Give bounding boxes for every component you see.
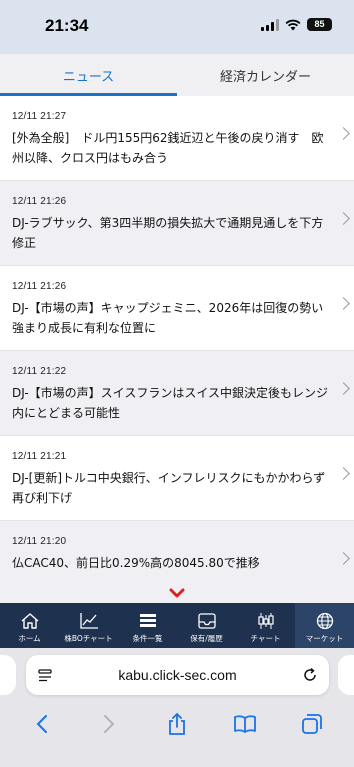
previous-tab-preview[interactable] [0, 655, 16, 695]
book-icon [233, 715, 256, 733]
forward-button[interactable] [94, 709, 124, 739]
tab-economic-calendar[interactable]: 経済カレンダー [177, 54, 354, 96]
news-date: 12/11 21:27 [12, 111, 67, 122]
back-button[interactable] [27, 709, 57, 739]
nav-chart[interactable]: チャート [236, 603, 295, 648]
chevron-right-icon [337, 212, 350, 225]
news-date: 12/11 21:26 [12, 281, 67, 292]
nav-label: 株BOチャート [64, 634, 113, 643]
news-title: [外為全般] ドル円155円62銭近辺と午後の戻り消す 欧州以降、クロス円はもみ… [12, 131, 324, 165]
tab-news[interactable]: ニュース [0, 54, 177, 96]
news-item[interactable]: 12/11 21:26 DJ-ラブサック、第3四半期の損失拡大で通期見通しを下方… [0, 181, 354, 266]
reload-icon[interactable] [302, 667, 318, 683]
chevron-left-icon [36, 715, 47, 733]
chevron-right-icon [104, 715, 115, 733]
nav-label: 保有/履歴 [190, 634, 223, 643]
list-icon [139, 614, 156, 627]
share-button[interactable] [162, 709, 192, 739]
news-title: 仏CAC40、前日比0.29%高の8045.80で推移 [12, 556, 260, 570]
candlestick-icon [257, 613, 274, 629]
nav-holdings-history[interactable]: 保有/履歴 [177, 603, 236, 648]
tabs-button[interactable] [297, 709, 327, 739]
news-date: 12/11 21:22 [12, 366, 67, 377]
tabs-icon [302, 714, 323, 734]
nav-market[interactable]: マーケット [295, 603, 354, 648]
next-tab-preview[interactable] [338, 655, 354, 695]
address-bar[interactable]: kabu.click-sec.com [26, 655, 329, 695]
tab-bar: ニュース 経済カレンダー [0, 54, 354, 96]
cellular-signal-icon [261, 18, 279, 31]
chevron-right-icon [337, 467, 350, 480]
chevron-down-icon[interactable] [169, 588, 185, 598]
bottom-nav: ホーム 株BOチャート 条件一覧 保有/履歴 チャート マーケット [0, 603, 354, 648]
news-item[interactable]: 12/11 21:26 DJ-【市場の声】キャップジェミニ、2026年は回復の勢… [0, 266, 354, 351]
home-icon [21, 613, 38, 629]
chevron-right-icon [337, 382, 350, 395]
news-date: 12/11 21:20 [12, 536, 67, 547]
tray-icon [197, 613, 216, 629]
wifi-icon [285, 19, 301, 30]
news-title: DJ-ラブサック、第3四半期の損失拡大で通期見通しを下方修正 [12, 216, 324, 250]
browser-toolbar [0, 706, 354, 742]
news-item[interactable]: 12/11 21:22 DJ-【市場の声】スイスフランはスイス中銀決定後もレンジ… [0, 351, 354, 436]
news-list: 12/11 21:27 [外為全般] ドル円155円62銭近辺と午後の戻り消す … [0, 96, 354, 603]
chart-line-icon [79, 613, 98, 629]
url-text[interactable]: kabu.click-sec.com [64, 667, 291, 683]
bookmarks-button[interactable] [230, 709, 260, 739]
nav-label: マーケット [305, 634, 344, 643]
browser-chrome: kabu.click-sec.com [0, 648, 354, 767]
status-bar: 21:34 85 [0, 0, 354, 54]
status-time: 21:34 [45, 16, 89, 35]
nav-condition-list[interactable]: 条件一覧 [118, 603, 177, 648]
chevron-right-icon [337, 552, 350, 565]
nav-label: ホーム [18, 634, 41, 643]
news-item[interactable]: 12/11 21:27 [外為全般] ドル円155円62銭近辺と午後の戻り消す … [0, 96, 354, 181]
nav-label: 条件一覧 [132, 634, 163, 643]
chevron-right-icon [337, 127, 350, 140]
nav-label: チャート [250, 634, 281, 643]
status-icons: 85 [261, 18, 332, 31]
news-title: DJ-【市場の声】キャップジェミニ、2026年は回復の勢い強まり成長に有利な位置… [12, 301, 324, 335]
news-title: DJ-[更新]トルコ中央銀行、インフレリスクにもかかわらず再び利下げ [12, 471, 326, 505]
chevron-right-icon [337, 297, 350, 310]
news-date: 12/11 21:21 [12, 451, 67, 462]
page-menu-icon[interactable] [37, 667, 53, 683]
news-item[interactable]: 12/11 21:21 DJ-[更新]トルコ中央銀行、インフレリスクにもかかわら… [0, 436, 354, 521]
nav-stock-chart[interactable]: 株BOチャート [59, 603, 118, 648]
news-date: 12/11 21:26 [12, 196, 67, 207]
news-title: DJ-【市場の声】スイスフランはスイス中銀決定後もレンジ内にとどまる可能性 [12, 386, 328, 420]
battery-icon: 85 [307, 18, 332, 31]
globe-icon [316, 612, 333, 630]
share-icon [169, 712, 185, 735]
nav-home[interactable]: ホーム [0, 603, 59, 648]
